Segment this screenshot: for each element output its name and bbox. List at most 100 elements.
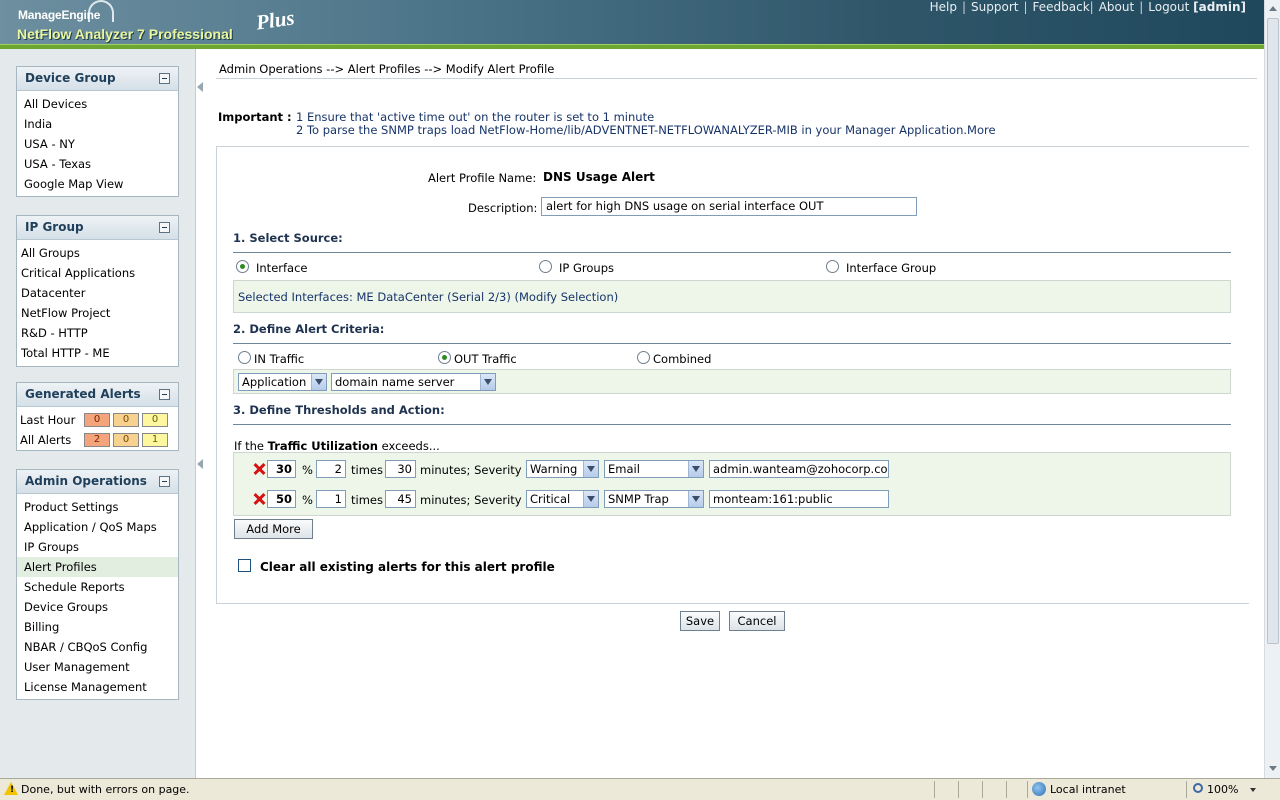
criteria-type-select[interactable]: Application <box>238 373 327 391</box>
sidebar-item-alert-profiles[interactable]: Alert Profiles <box>17 557 178 577</box>
divider <box>233 252 1231 253</box>
current-user: [admin] <box>1193 0 1246 14</box>
divider <box>233 424 1231 425</box>
sidebar-item-billing[interactable]: Billing <box>17 617 178 637</box>
sidebar-item-product-settings[interactable]: Product Settings <box>17 497 178 517</box>
generated-alerts-panel: Generated Alerts Last Hour 0 0 0 All Alerts… <box>16 382 179 451</box>
description-input[interactable]: alert for high DNS usage on serial inter… <box>541 197 917 216</box>
sidebar-item-all-devices[interactable]: All Devices <box>17 94 178 114</box>
sidebar-item-rd-http[interactable]: R&D - HTTP <box>17 323 178 343</box>
feedback-link[interactable]: Feedback <box>1033 0 1090 14</box>
delete-icon[interactable] <box>253 493 265 505</box>
minimize-icon[interactable] <box>159 476 170 487</box>
last-hour-row: Last Hour 0 0 0 <box>17 410 178 430</box>
scroll-up-icon[interactable] <box>1266 2 1280 16</box>
sidebar-item-ip-groups[interactable]: IP Groups <box>17 537 178 557</box>
top-links: Help | Support | Feedback| About | Logout [admi… <box>929 0 1246 14</box>
combined-radio[interactable] <box>637 351 650 364</box>
threshold-2-times[interactable]: 1 <box>316 490 346 508</box>
threshold-1-severity-select[interactable]: Warning <box>526 460 599 478</box>
scroll-down-icon[interactable] <box>1266 762 1280 776</box>
zoom-level[interactable]: 100% <box>1207 783 1238 796</box>
threshold-2-severity: Critical <box>530 492 571 506</box>
about-link[interactable]: About <box>1099 0 1134 14</box>
delete-icon[interactable] <box>253 463 265 475</box>
selected-interfaces-text[interactable]: Selected Interfaces: ME DataCenter (Seri… <box>238 290 618 304</box>
sidebar-item-critical-applications[interactable]: Critical Applications <box>17 263 178 283</box>
sidebar-item-google-map-view[interactable]: Google Map View <box>17 174 178 194</box>
combined-label: Combined <box>653 352 712 366</box>
out-traffic-radio[interactable] <box>438 351 451 364</box>
clear-alerts-checkbox[interactable] <box>238 559 251 572</box>
threshold-1-percent[interactable]: 30 <box>267 460 296 478</box>
sidebar-item-license-management[interactable]: License Management <box>17 677 178 697</box>
criteria-value-select[interactable]: domain name server <box>331 373 496 391</box>
important-line-1: 1 Ensure that 'active time out' on the r… <box>296 110 655 124</box>
sidebar-item-nbar-cbqos-config[interactable]: NBAR / CBQoS Config <box>17 637 178 657</box>
all-alerts-critical-badge[interactable]: 2 <box>84 433 110 447</box>
threshold-2-target[interactable]: monteam:161:public <box>709 490 889 508</box>
sidebar-item-all-groups[interactable]: All Groups <box>17 243 178 263</box>
admin-operations-title: Admin Operations <box>25 474 147 488</box>
sidebar-item-application-qos-maps[interactable]: Application / QoS Maps <box>17 517 178 537</box>
sidebar-item-total-http-me[interactable]: Total HTTP - ME <box>17 343 178 363</box>
threshold-1-minutes[interactable]: 30 <box>385 460 416 478</box>
minimize-icon[interactable] <box>159 389 170 400</box>
sidebar-item-user-management[interactable]: User Management <box>17 657 178 677</box>
source-interface-radio[interactable] <box>236 260 249 273</box>
sidebar-item-india[interactable]: India <box>17 114 178 134</box>
criteria-box: Application domain name server <box>233 369 1231 394</box>
logo-product: NetFlow Analyzer 7 Professional <box>17 26 233 42</box>
last-hour-warning-badge[interactable]: 0 <box>142 413 168 427</box>
vertical-scrollbar[interactable] <box>1264 0 1280 778</box>
cancel-button[interactable]: Cancel <box>729 611 785 631</box>
sidebar-item-usa-texas[interactable]: USA - Texas <box>17 154 178 174</box>
help-link[interactable]: Help <box>930 0 957 14</box>
scrollbar-thumb[interactable] <box>1267 18 1279 644</box>
threshold-1-times[interactable]: 2 <box>316 460 346 478</box>
source-ip-groups-radio[interactable] <box>539 260 552 273</box>
support-link[interactable]: Support <box>971 0 1018 14</box>
description-label: Description: <box>468 201 538 215</box>
all-alerts-warning-badge[interactable]: 1 <box>142 433 168 447</box>
sidebar-item-datacenter[interactable]: Datacenter <box>17 283 178 303</box>
device-group-panel: Device Group All Devices India USA - NY … <box>16 66 179 197</box>
alert-profile-form: Alert Profile Name: DNS Usage Alert Desc… <box>216 146 1249 604</box>
divider <box>934 781 935 798</box>
threshold-2-severity-select[interactable]: Critical <box>526 490 599 508</box>
criteria-value-text: domain name server <box>335 375 455 389</box>
divider <box>233 343 1231 344</box>
source-interface-group-radio[interactable] <box>826 260 839 273</box>
ip-group-header: IP Group <box>17 216 178 240</box>
minimize-icon[interactable] <box>159 222 170 233</box>
in-traffic-radio[interactable] <box>238 351 251 364</box>
sidebar-item-netflow-project[interactable]: NetFlow Project <box>17 303 178 323</box>
app-header: ManageEngine NetFlow Analyzer 7 Professi… <box>0 0 1264 44</box>
threshold-2-minutes[interactable]: 45 <box>385 490 416 508</box>
threshold-1-target[interactable]: admin.wanteam@zohocorp.com <box>709 460 889 478</box>
clear-alerts-label: Clear all existing alerts for this alert… <box>260 560 555 574</box>
out-traffic-label: OUT Traffic <box>454 352 517 366</box>
chevron-down-icon <box>311 374 326 390</box>
last-hour-major-badge[interactable]: 0 <box>113 413 139 427</box>
sidebar-item-usa-ny[interactable]: USA - NY <box>17 134 178 154</box>
minimize-icon[interactable] <box>159 73 170 84</box>
threshold-1-action-select[interactable]: Email <box>604 460 704 478</box>
threshold-2-percent[interactable]: 50 <box>267 490 296 508</box>
logout-link[interactable]: Logout <box>1148 0 1189 14</box>
chevron-down-icon[interactable] <box>1250 788 1256 792</box>
collapse-arrow-icon[interactable] <box>197 80 204 94</box>
all-alerts-major-badge[interactable]: 0 <box>113 433 139 447</box>
threshold-1-severity: Warning <box>530 462 578 476</box>
chevron-down-icon <box>688 461 703 477</box>
last-hour-critical-badge[interactable]: 0 <box>84 413 110 427</box>
important-line-2[interactable]: 2 To parse the SNMP traps load NetFlow-H… <box>296 123 996 137</box>
zoom-icon[interactable] <box>1193 783 1203 793</box>
chevron-down-icon <box>688 491 703 507</box>
sidebar-item-device-groups[interactable]: Device Groups <box>17 597 178 617</box>
collapse-arrow-icon[interactable] <box>197 457 204 471</box>
sidebar-item-schedule-reports[interactable]: Schedule Reports <box>17 577 178 597</box>
save-button[interactable]: Save <box>680 611 720 631</box>
add-more-button[interactable]: Add More <box>234 519 313 539</box>
threshold-2-action-select[interactable]: SNMP Trap <box>604 490 704 508</box>
